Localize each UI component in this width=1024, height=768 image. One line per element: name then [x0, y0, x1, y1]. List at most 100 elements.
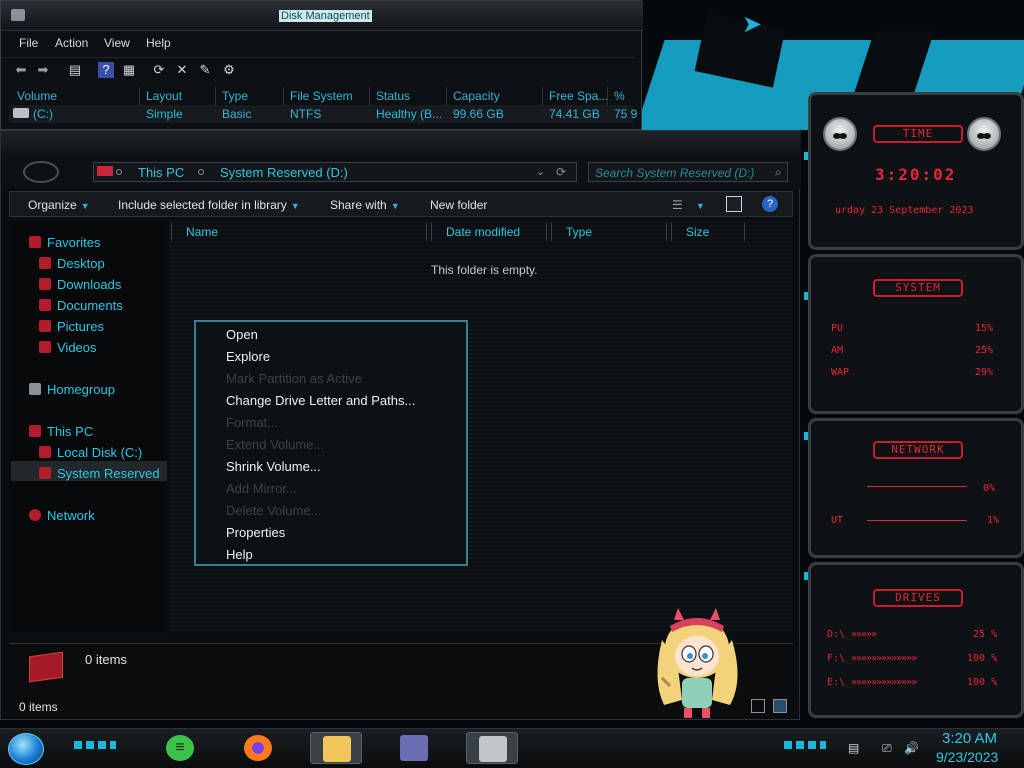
nav-local-disk[interactable]: Local Disk (C:)	[39, 445, 142, 463]
back-arrow-icon[interactable]: ⬅	[13, 62, 29, 78]
chevron-down-icon[interactable]: ▼	[696, 198, 705, 212]
menu-view[interactable]: View	[104, 36, 130, 50]
status-item-count: 0 items	[19, 700, 58, 714]
taskbar-clock-time[interactable]: 3:20 AM	[942, 730, 997, 747]
menu-item-add-mirror: Add Mirror...	[226, 481, 297, 496]
cell-free-space: 74.41 GB	[549, 107, 600, 121]
column-divider[interactable]	[283, 87, 284, 105]
rainmeter-sidebar: TIME 3:20:02 urday 23 September 2023 SYS…	[800, 92, 1024, 728]
action-pane-icon[interactable]: ▦	[121, 62, 137, 78]
nav-favorites[interactable]: Favorites	[29, 235, 100, 253]
forward-arrow-icon[interactable]: ➡	[35, 62, 51, 78]
menu-item-open[interactable]: Open	[226, 327, 258, 342]
column-type[interactable]: Type	[551, 223, 667, 241]
taskbar: ≡ ▤ ⎚ 🔊 3:20 AM 9/23/2023	[0, 728, 1024, 768]
alienware-logo-icon	[823, 117, 857, 151]
taskbar-app-file-explorer[interactable]	[310, 732, 362, 764]
menu-item-explore[interactable]: Explore	[226, 349, 270, 364]
console-tree-icon[interactable]: ▤	[67, 62, 83, 78]
desktop-icon	[39, 257, 51, 269]
preview-pane-icon[interactable]	[726, 196, 742, 212]
taskbar-accent	[784, 741, 826, 749]
column-volume[interactable]: Volume	[17, 89, 57, 103]
column-type[interactable]: Type	[222, 89, 248, 103]
volume-icon[interactable]: 🔊	[904, 741, 919, 755]
new-folder-button[interactable]: New folder	[430, 198, 487, 212]
refresh-icon[interactable]: ⟳	[556, 165, 566, 179]
nav-network[interactable]: Network	[29, 508, 95, 526]
volume-context-menu: Open Explore Mark Partition as Active Ch…	[194, 320, 468, 566]
column-divider[interactable]	[369, 87, 370, 105]
nav-downloads[interactable]: Downloads	[39, 277, 121, 295]
column-layout[interactable]: Layout	[146, 89, 182, 103]
chevron-down-icon[interactable]: ⌄	[536, 165, 545, 178]
show-desktop-icon[interactable]: ▤	[848, 741, 859, 755]
breadcrumb-current[interactable]: System Reserved (D:)	[220, 165, 348, 180]
menu-action[interactable]: Action	[55, 36, 88, 50]
network-icon	[29, 509, 41, 521]
delete-icon[interactable]: ✕	[174, 62, 190, 78]
table-row[interactable]: (C:) Simple Basic NTFS Healthy (B... 99.…	[9, 105, 637, 123]
column-status[interactable]: Status	[376, 89, 410, 103]
nav-videos[interactable]: Videos	[39, 340, 97, 358]
column-date-modified[interactable]: Date modified	[431, 223, 547, 241]
network-tray-icon[interactable]: ⎚	[882, 741, 892, 756]
share-with-button[interactable]: Share with ▼	[330, 198, 400, 212]
details-view-icon[interactable]	[751, 699, 765, 713]
taskbar-app-firefox[interactable]	[232, 732, 284, 764]
chevron-down-icon: ▼	[80, 201, 90, 211]
chevron-down-icon: ▼	[290, 201, 300, 211]
large-icons-view-icon[interactable]	[773, 699, 787, 713]
column-divider[interactable]	[215, 87, 216, 105]
column-capacity[interactable]: Capacity	[453, 89, 500, 103]
search-input[interactable]: Search System Reserved (D:) ⌕	[588, 162, 788, 182]
search-icon[interactable]: ⌕	[775, 165, 782, 180]
help-icon[interactable]: ?	[98, 62, 114, 78]
nav-pictures[interactable]: Pictures	[39, 319, 104, 337]
taskbar-clock-date[interactable]: 9/23/2023	[936, 749, 998, 765]
menu-help[interactable]: Help	[146, 36, 171, 50]
column-divider[interactable]	[607, 87, 608, 105]
nav-homegroup[interactable]: Homegroup	[29, 382, 115, 400]
menu-file[interactable]: File	[19, 36, 38, 50]
back-forward-orb-icon[interactable]	[23, 161, 59, 183]
start-button[interactable]	[8, 733, 44, 765]
column-divider[interactable]	[542, 87, 543, 105]
title-bar[interactable]: Disk Management	[1, 1, 643, 31]
network-upload-graph	[867, 507, 967, 521]
column-size[interactable]: Size	[671, 223, 745, 241]
taskbar-app-computer-management[interactable]	[466, 732, 518, 764]
nav-this-pc[interactable]: This PC	[29, 424, 93, 442]
network-row-value: 0%	[983, 483, 996, 494]
nav-desktop[interactable]: Desktop	[39, 256, 105, 274]
system-row-label: AM	[831, 345, 844, 356]
nav-documents[interactable]: Documents	[39, 298, 123, 316]
title-bar[interactable]	[1, 131, 801, 159]
change-view-icon[interactable]: ☰	[672, 198, 683, 212]
column-name[interactable]: Name	[171, 223, 427, 241]
taskbar-app-disk-management[interactable]	[388, 732, 440, 764]
column-file-system[interactable]: File System	[290, 89, 353, 103]
system-widget: SYSTEM PU 15% AM 25% WAP 29%	[808, 254, 1024, 414]
time-widget: TIME 3:20:02 urday 23 September 2023	[808, 92, 1024, 250]
include-in-library-button[interactable]: Include selected folder in library ▼	[118, 198, 300, 212]
breadcrumb-this-pc[interactable]: This PC	[138, 165, 184, 180]
cell-status: Healthy (B...	[376, 107, 443, 121]
column-divider[interactable]	[446, 87, 447, 105]
menu-item-properties[interactable]: Properties	[226, 525, 285, 540]
refresh-icon[interactable]: ⟳	[151, 62, 167, 78]
menu-item-help[interactable]: Help	[226, 547, 253, 562]
address-bar[interactable]: This PC System Reserved (D:) ⌄ ⟳	[93, 162, 577, 182]
column-free-space[interactable]: Free Spa...	[549, 89, 608, 103]
organize-button[interactable]: Organize ▼	[28, 198, 90, 212]
menu-item-shrink-volume[interactable]: Shrink Volume...	[226, 459, 321, 474]
system-row-value: 29%	[975, 367, 994, 378]
cell-type: Basic	[222, 107, 252, 121]
menu-item-change-drive-letter[interactable]: Change Drive Letter and Paths...	[226, 393, 415, 408]
help-icon[interactable]: ?	[762, 196, 778, 212]
taskbar-app-notes[interactable]: ≡	[154, 732, 206, 764]
properties-icon[interactable]: ✎	[197, 62, 213, 78]
column-divider[interactable]	[139, 87, 140, 105]
settings-icon[interactable]: ⚙	[221, 62, 237, 78]
nav-system-reserved[interactable]: System Reserved	[39, 466, 160, 484]
